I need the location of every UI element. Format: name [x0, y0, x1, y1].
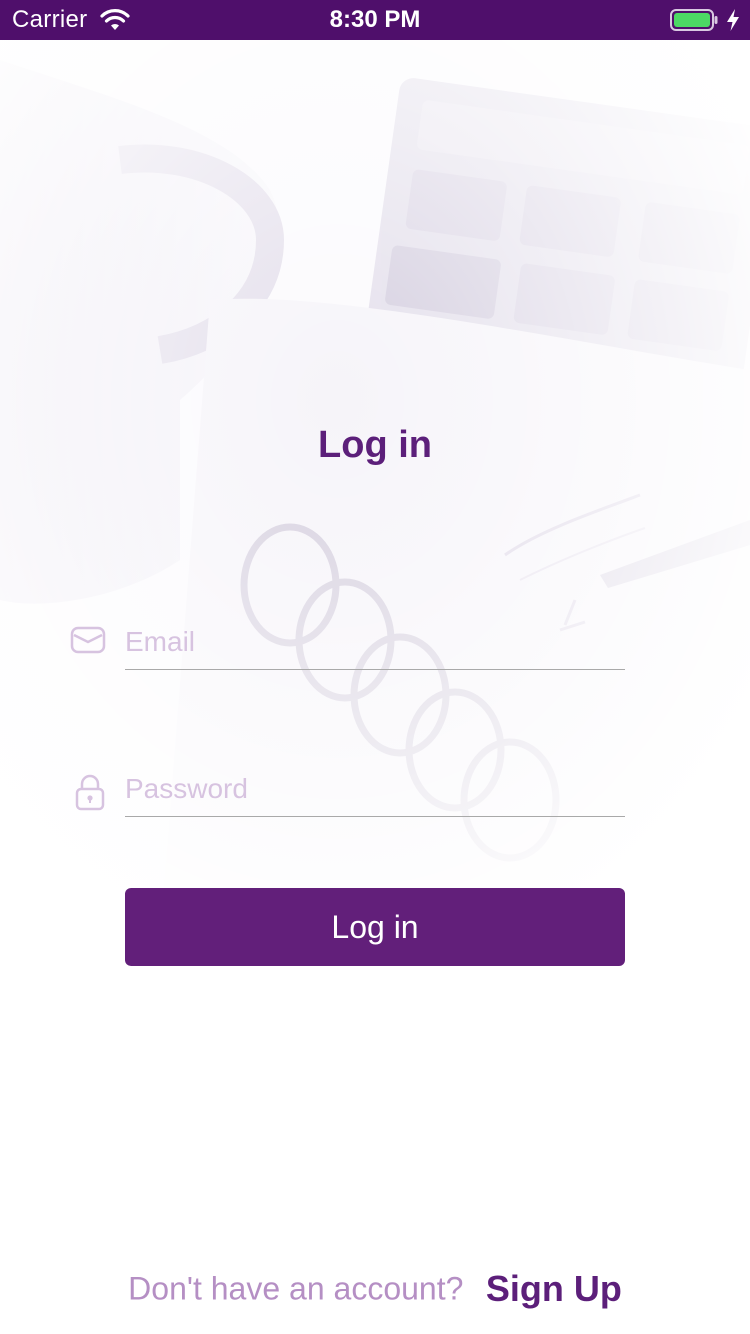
login-button[interactable]: Log in	[125, 888, 625, 966]
status-bar: Carrier 8:30 PM	[0, 0, 750, 40]
page-title: Log in	[318, 424, 432, 466]
envelope-icon	[70, 626, 106, 654]
signup-link[interactable]: Sign Up	[486, 1268, 622, 1309]
status-time: 8:30 PM	[329, 6, 421, 33]
password-field[interactable]	[125, 761, 625, 817]
lock-icon	[75, 774, 105, 811]
login-screen: Carrier 8:30 PM Log in Email Log in Don'…	[0, 0, 750, 1334]
battery-icon	[670, 9, 718, 31]
signup-prompt-text: Don't have an account?	[128, 1270, 464, 1307]
email-field[interactable]	[125, 614, 625, 670]
charging-icon	[727, 9, 739, 31]
signup-prompt-row: Don't have an account? Sign Up	[0, 1268, 750, 1310]
